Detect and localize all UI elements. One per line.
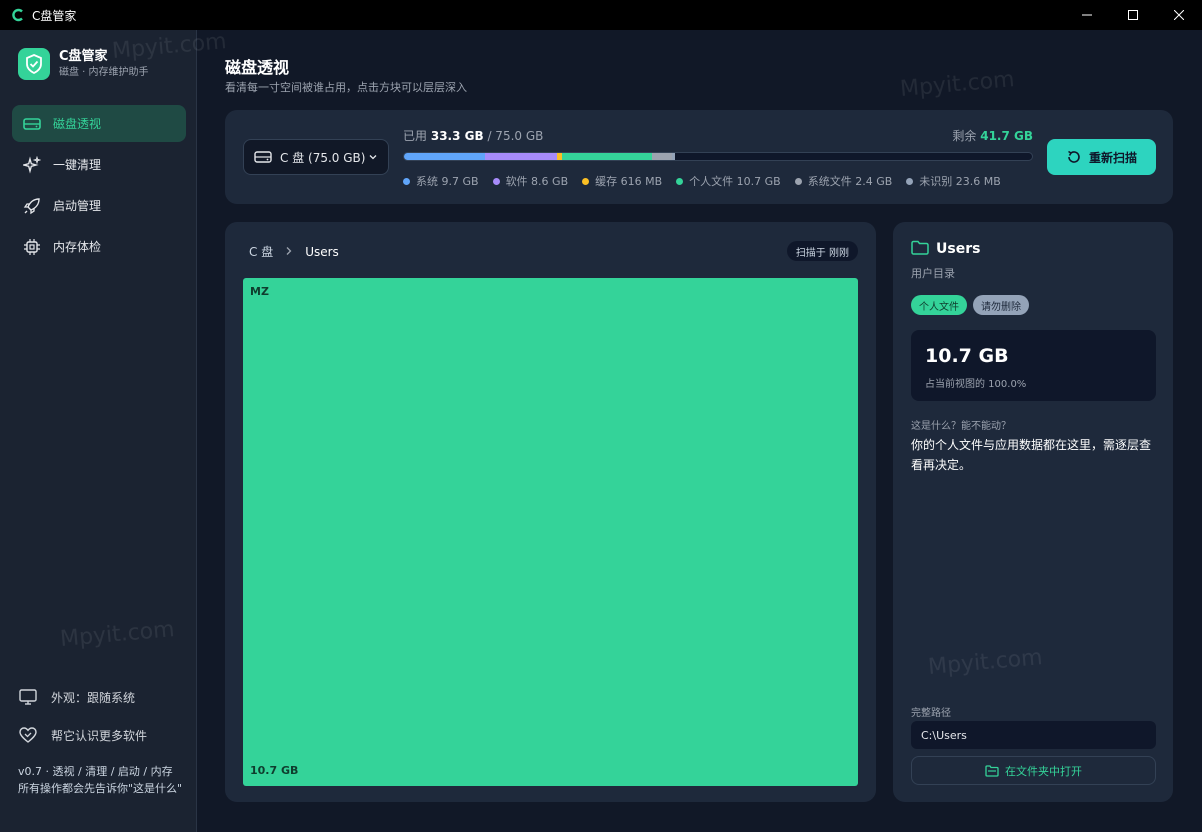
detail-subtitle: 用户目录: [911, 267, 955, 280]
sparkle-icon: [22, 155, 42, 175]
treemap-block-size: 10.7 GB: [250, 764, 299, 777]
close-button[interactable]: [1156, 0, 1202, 30]
appearance-toggle[interactable]: 外观：跟随系统: [18, 685, 183, 709]
open-in-folder-label: 在文件夹中打开: [1005, 764, 1082, 778]
legend-item: 未识别 23.6 MB: [906, 173, 1001, 189]
legend-label: 软件 8.6 GB: [505, 175, 569, 188]
usage-bar-segment: [562, 153, 652, 160]
usage-bar-segment: [671, 153, 676, 160]
scan-time-badge: 扫描于 刚刚: [786, 241, 858, 261]
drive-select[interactable]: C 盘 (75.0 GB): [243, 139, 389, 175]
drive-select-label: C 盘 (75.0 GB): [280, 150, 366, 165]
question-answer: 你的个人文件与应用数据都在这里，需逐层查看再决定。: [911, 438, 1152, 472]
monitor-icon: [18, 687, 38, 707]
chevron-right-icon: [285, 245, 293, 259]
title-bar: C盘管家: [0, 0, 1202, 30]
rocket-icon: [22, 196, 42, 216]
tag-personal-files: 个人文件: [911, 295, 967, 315]
usage-bar-segment: [404, 153, 486, 160]
help-link[interactable]: 帮它认识更多软件: [18, 723, 183, 747]
nav-item-startup[interactable]: 启动管理: [12, 187, 186, 224]
path-label: 完整路径: [911, 708, 951, 719]
usage-bar-segment: [651, 153, 672, 160]
nav-item-disk-view[interactable]: 磁盘透视: [12, 105, 186, 142]
size-summary: 10.7 GB 占当前视图的 100.0%: [911, 330, 1156, 401]
heart-handshake-icon: [18, 725, 38, 745]
main-content: 磁盘透视 看清每一寸空间被谁占用，点击方块可以层层深入 C 盘 (75.0 GB…: [197, 30, 1202, 832]
nav-item-one-click-clean[interactable]: 一键清理: [12, 146, 186, 183]
free-line: 剩余 41.7 GB: [952, 127, 1033, 144]
free-prefix: 剩余: [952, 129, 977, 143]
legend-item: 个人文件 10.7 GB: [676, 173, 781, 189]
brand-subtitle: 磁盘 · 内存维护助手: [59, 66, 149, 78]
legend-dot: [676, 177, 684, 185]
free-value: 41.7 GB: [980, 129, 1033, 143]
usage-bar: [403, 152, 1033, 161]
help-label: 帮它认识更多软件: [51, 728, 148, 743]
treemap-card: C 盘 Users 扫描于 刚刚 MZ 10.7 GB: [225, 222, 876, 802]
minimize-button[interactable]: [1064, 0, 1110, 30]
legend-label: 未识别 23.6 MB: [919, 175, 1001, 188]
used-line: 已用 33.3 GB / 75.0 GB: [403, 127, 543, 144]
nav-item-label: 一键清理: [53, 158, 102, 172]
maximize-button[interactable]: [1110, 0, 1156, 30]
chevron-down-icon: [368, 151, 378, 165]
breadcrumb: C 盘 Users: [249, 243, 339, 260]
crumb-current: Users: [305, 244, 339, 259]
page-subtitle: 看清每一寸空间被谁占用，点击方块可以层层深入: [225, 81, 467, 94]
appearance-label: 外观：跟随系统: [51, 690, 136, 705]
legend-label: 个人文件 10.7 GB: [689, 175, 781, 188]
crumb-root[interactable]: C 盘: [249, 243, 273, 260]
folder-open-icon: [985, 764, 999, 777]
nav-item-label: 磁盘透视: [53, 117, 102, 131]
nav-item-label: 启动管理: [53, 199, 102, 213]
rescan-label: 重新扫描: [1088, 150, 1137, 165]
legend-label: 系统 9.7 GB: [416, 175, 479, 188]
path-field[interactable]: C:\Users: [911, 721, 1156, 749]
legend-dot: [492, 177, 500, 185]
nav-item-label: 内存体检: [53, 240, 102, 254]
legend-dot: [794, 177, 802, 185]
drive-icon: [22, 114, 42, 134]
legend-dot: [582, 177, 590, 185]
detail-title: Users: [936, 241, 981, 257]
total-value: / 75.0 GB: [487, 129, 544, 143]
legend-item: 系统文件 2.4 GB: [794, 173, 893, 189]
window-title: C盘管家: [32, 8, 77, 23]
detail-tags: 个人文件 请勿删除: [911, 295, 1035, 315]
tag-do-not-delete: 请勿删除: [973, 295, 1029, 315]
chip-icon: [22, 237, 42, 257]
used-prefix: 已用: [403, 129, 428, 143]
question-label: 这是什么？能不能动？: [911, 421, 1011, 432]
sidebar: C盘管家 磁盘 · 内存维护助手 磁盘透视 一键清理 启动管理 内存体检 外观：…: [0, 30, 197, 832]
usage-legend: 系统 9.7 GB 软件 8.6 GB 缓存 616 MB 个人文件 10.7 GB 系…: [403, 173, 1015, 189]
detail-card: Users 用户目录 个人文件 请勿删除 10.7 GB 占当前视图的 100.…: [893, 222, 1173, 802]
nav-item-memory[interactable]: 内存体检: [12, 228, 186, 265]
open-in-folder-button[interactable]: 在文件夹中打开: [911, 756, 1156, 785]
disk-usage-card: C 盘 (75.0 GB) 已用 33.3 GB / 75.0 GB 剩余 41…: [225, 110, 1173, 204]
treemap-block-mz[interactable]: MZ 10.7 GB: [243, 278, 858, 786]
refresh-icon: [1066, 149, 1082, 165]
version-note: v0.7 · 透视 / 清理 / 启动 / 内存 所有操作都会先告诉你"这是什么…: [18, 765, 183, 795]
legend-item: 软件 8.6 GB: [492, 173, 569, 189]
used-value: 33.3 GB: [430, 129, 484, 143]
shield-logo-icon: [18, 48, 50, 80]
legend-item: 系统 9.7 GB: [403, 173, 479, 189]
page-title: 磁盘透视: [225, 58, 290, 77]
legend-item: 缓存 616 MB: [582, 173, 662, 189]
folder-icon: [911, 240, 929, 258]
legend-dot: [403, 177, 410, 185]
size-percent: 占当前视图的 100.0%: [925, 379, 1027, 390]
size-value: 10.7 GB: [925, 345, 1009, 367]
drive-icon: [254, 150, 272, 164]
app-icon: [10, 7, 26, 23]
legend-label: 系统文件 2.4 GB: [807, 175, 893, 188]
legend-label: 缓存 616 MB: [595, 175, 663, 188]
nav: 磁盘透视 一键清理 启动管理 内存体检: [12, 105, 186, 269]
treemap-block-name: MZ: [250, 285, 269, 298]
rescan-button[interactable]: 重新扫描: [1047, 139, 1156, 175]
usage-bar-segment: [485, 153, 558, 160]
legend-dot: [906, 177, 914, 185]
